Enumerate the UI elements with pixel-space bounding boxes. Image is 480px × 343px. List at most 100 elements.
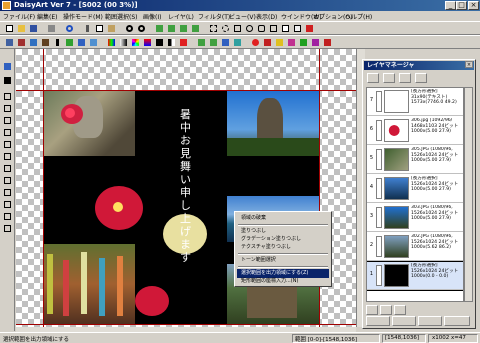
airbrush-icon[interactable] <box>286 37 297 48</box>
select-magic-icon[interactable] <box>280 23 291 34</box>
align-left-icon[interactable] <box>2 91 13 102</box>
select-color-icon[interactable] <box>292 23 303 34</box>
minimize-button[interactable]: _ <box>445 1 456 10</box>
cut-icon[interactable] <box>82 23 93 34</box>
maximize-button[interactable]: □ <box>456 1 467 10</box>
close-button[interactable]: × <box>468 1 479 10</box>
align-top-icon[interactable] <box>2 127 13 138</box>
image2-icon[interactable] <box>166 23 177 34</box>
align-bottom-icon[interactable] <box>2 151 13 162</box>
greeting-vertical-text[interactable]: 暑中お見舞い申し上げます <box>179 108 192 264</box>
ctx-tone-select[interactable]: トーン範囲選択 <box>237 256 329 265</box>
pen-icon[interactable] <box>40 37 51 48</box>
zoom-icon[interactable] <box>124 23 135 34</box>
save-icon[interactable] <box>28 23 39 34</box>
marker-icon[interactable] <box>274 37 285 48</box>
smudge-icon[interactable] <box>298 37 309 48</box>
resize-icon[interactable] <box>196 37 207 48</box>
undo-icon[interactable] <box>64 23 75 34</box>
front-icon[interactable] <box>2 199 13 210</box>
align-right-icon[interactable] <box>2 115 13 126</box>
ctx-rect-coordinate-input[interactable]: 矩形範囲の座標入力...(N) <box>237 277 329 286</box>
menu-layer[interactable]: レイヤ(L) <box>168 12 194 21</box>
filter-icon[interactable] <box>16 37 27 48</box>
layer-mode-icon[interactable] <box>366 316 390 326</box>
image-icon[interactable] <box>154 23 165 34</box>
eraser-icon[interactable] <box>232 37 243 48</box>
layer-option-icon[interactable] <box>444 316 470 326</box>
rotate-icon[interactable] <box>208 37 219 48</box>
layer-row-7[interactable]: 7 [長方形選択] 31x90(テキスト) 1573x(7746.0 49.2) <box>367 88 463 116</box>
layer-opacity-icon[interactable] <box>392 316 416 326</box>
guide-bottom[interactable] <box>16 324 356 325</box>
photo-crowd[interactable] <box>43 244 135 324</box>
select-free-icon[interactable] <box>256 23 267 34</box>
gradient-icon[interactable] <box>118 37 129 48</box>
lock-icon[interactable] <box>2 223 13 234</box>
group-icon[interactable] <box>2 175 13 186</box>
layer-row-4[interactable]: 4 [長方形選択] 1526x1024 24ビット 1000x(5.00 27.9) <box>367 175 463 203</box>
text-tool-icon[interactable] <box>52 37 63 48</box>
image4-icon[interactable] <box>190 23 201 34</box>
select-rect-icon[interactable] <box>208 23 219 34</box>
shape-icon[interactable] <box>64 37 75 48</box>
visibility-toggle-icon[interactable] <box>376 236 382 257</box>
guide-top[interactable] <box>16 90 356 91</box>
zoom-out-icon[interactable] <box>136 23 147 34</box>
contrast-icon[interactable] <box>166 37 177 48</box>
menu-display[interactable]: 表示(D) <box>256 12 277 21</box>
copy-icon[interactable] <box>94 23 105 34</box>
layer-merge-icon[interactable] <box>366 305 378 315</box>
layer-row-2[interactable]: 2 302.JPG (1080/96, 1526x1024 24ビット 1000x(… <box>367 233 463 261</box>
ctx-discard-region[interactable]: 領域の破棄 <box>237 214 329 223</box>
select-round-icon[interactable] <box>244 23 255 34</box>
hue-icon[interactable] <box>142 37 153 48</box>
color-wheel-icon[interactable] <box>130 37 141 48</box>
layer-down-icon[interactable] <box>394 305 406 315</box>
canvas-area[interactable]: 暑中お見舞い申し上げます 領域の破棄 塗りつぶし グラデーション塗りつぶし テク… <box>16 49 356 327</box>
menu-help[interactable]: ヘルプ(H) <box>345 12 372 21</box>
layer-blend-icon[interactable] <box>418 316 442 326</box>
bucket-icon[interactable] <box>262 37 273 48</box>
select-ellipse-icon[interactable] <box>220 23 231 34</box>
paste-icon[interactable] <box>106 23 117 34</box>
open-folder-icon[interactable] <box>16 23 27 34</box>
layer-row-1[interactable]: 1 [長方形選択] 1526x1024 24ビット 1000x(0.0 - 0.0) <box>367 261 463 291</box>
visibility-toggle-icon[interactable] <box>376 207 382 228</box>
select-clear-icon[interactable] <box>304 23 315 34</box>
effect-icon[interactable] <box>76 37 87 48</box>
ungroup-icon[interactable] <box>2 187 13 198</box>
layer-list-scrollbar[interactable] <box>464 87 473 302</box>
layer-manager-close-button[interactable]: × <box>465 61 473 68</box>
photo-sky-statue[interactable] <box>227 90 319 156</box>
align-center-icon[interactable] <box>2 103 13 114</box>
layer-row-6[interactable]: 6 306.jpg [1092/96/1468x1103 24ビット 1000x(… <box>367 117 463 145</box>
menu-image[interactable]: 画像(I) <box>143 12 161 21</box>
mask-tool-icon[interactable] <box>2 75 13 86</box>
layer-list[interactable]: 7 [長方形選択] 31x90(テキスト) 1573x(7746.0 49.2) 6… <box>366 87 464 302</box>
menu-select[interactable]: 範囲選択(S) <box>105 12 138 21</box>
select-poly-icon[interactable] <box>268 23 279 34</box>
pencil-tool-icon[interactable] <box>2 61 13 72</box>
visibility-toggle-icon[interactable] <box>376 120 382 141</box>
photo-statue[interactable] <box>43 90 135 156</box>
new-file-icon[interactable] <box>4 23 15 34</box>
delete-layer-icon[interactable] <box>399 73 411 83</box>
menu-view[interactable]: ビュー(V) <box>229 12 256 21</box>
flip-icon[interactable] <box>220 37 231 48</box>
visibility-toggle-icon[interactable] <box>376 265 382 286</box>
print-icon[interactable] <box>46 23 57 34</box>
layer-icon[interactable] <box>4 37 15 48</box>
menu-filter[interactable]: フィルタ(T) <box>198 12 230 21</box>
sharpen-icon[interactable] <box>178 37 189 48</box>
brightness-icon[interactable] <box>154 37 165 48</box>
open-layer-icon[interactable] <box>383 73 395 83</box>
stamp-icon[interactable] <box>88 37 99 48</box>
distribute-icon[interactable] <box>2 163 13 174</box>
app-icon[interactable] <box>2 1 11 10</box>
visibility-toggle-icon[interactable] <box>376 178 382 199</box>
back-icon[interactable] <box>2 211 13 222</box>
align-middle-icon[interactable] <box>2 139 13 150</box>
new-layer-icon[interactable] <box>367 73 379 83</box>
ctx-texture-fill[interactable]: テクスチャ塗りつぶし <box>237 243 329 252</box>
